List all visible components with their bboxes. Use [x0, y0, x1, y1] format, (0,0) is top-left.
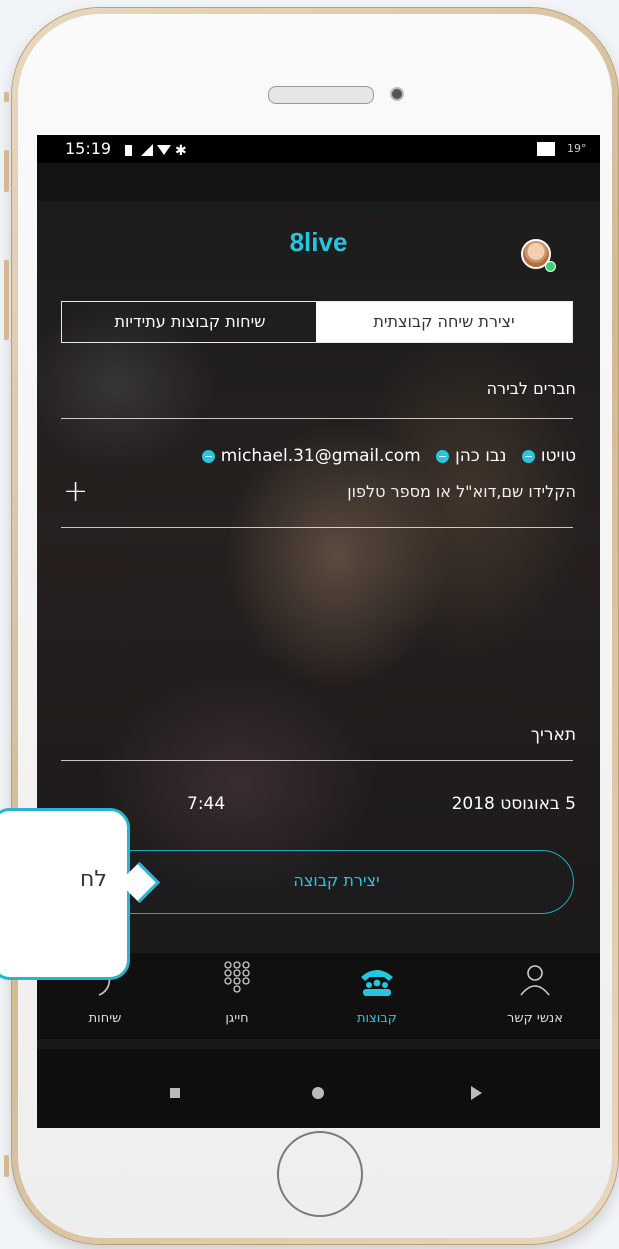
- nav-groups[interactable]: קבוצות: [337, 953, 417, 1039]
- participant-chip[interactable]: michael.31@gmail.com: [201, 446, 421, 466]
- home-button[interactable]: [277, 1131, 363, 1217]
- divider: [61, 760, 573, 761]
- participant-chip[interactable]: נבו כהן: [436, 446, 506, 466]
- dialpad-icon: [224, 961, 250, 993]
- remove-icon[interactable]: [201, 449, 215, 463]
- participant-input[interactable]: הקלידו שם,דוא"ל או מספר טלפון: [347, 482, 576, 501]
- status-time: 15:19: [65, 139, 112, 158]
- phone-screen: 15:19 ✱ 19° 8live יצירת שיחה קבוצתית שיח…: [37, 135, 600, 1128]
- svg-text:✱: ✱: [175, 143, 189, 157]
- divider: [61, 418, 573, 419]
- app-logo: 8live: [289, 227, 348, 257]
- tab-future-group-calls[interactable]: שיחות קבוצות עתידיות: [62, 302, 318, 342]
- android-nav-bar: [37, 1049, 600, 1128]
- group-call-icon: [361, 970, 393, 996]
- phone-lower-button: [4, 1155, 9, 1177]
- nav-dialer[interactable]: חייגן: [197, 953, 277, 1039]
- add-participant-icon[interactable]: +: [63, 476, 88, 508]
- tab-bar: יצירת שיחה קבוצתית שיחות קבוצות עתידיות: [61, 301, 573, 343]
- status-bar: 15:19 ✱ 19°: [37, 135, 600, 163]
- back-icon[interactable]: [471, 1086, 482, 1100]
- online-status-dot: [545, 261, 556, 272]
- title-bar: [37, 163, 600, 201]
- status-temp: 19°: [567, 142, 587, 155]
- home-icon[interactable]: [312, 1087, 324, 1099]
- remove-icon[interactable]: [436, 449, 450, 463]
- phone-camera: [390, 87, 404, 101]
- phone-speaker: [268, 86, 374, 104]
- tab-create-group-call[interactable]: יצירת שיחה קבוצתית: [316, 302, 572, 342]
- person-icon: [520, 965, 550, 996]
- battery-icon: [537, 142, 555, 156]
- chip-label: נבו כהן: [455, 446, 507, 466]
- remove-icon[interactable]: [521, 449, 535, 463]
- time-picker[interactable]: 7:44: [187, 794, 225, 814]
- nav-label: אנשי קשר: [507, 1011, 563, 1026]
- create-group-button[interactable]: יצירת קבוצה: [99, 850, 574, 914]
- tooltip-callout: [0, 808, 130, 980]
- phone-side-button: [4, 92, 9, 102]
- nav-contacts[interactable]: אנשי קשר: [495, 953, 575, 1039]
- date-label: תאריך: [530, 725, 576, 745]
- recent-apps-icon[interactable]: [170, 1088, 180, 1098]
- phone-volume-up: [4, 150, 9, 192]
- chip-label: טויטו: [540, 446, 576, 466]
- participant-chips: טויטו נבו כהן michael.31@gmail.com: [192, 446, 576, 466]
- chip-label: michael.31@gmail.com: [220, 446, 421, 466]
- status-icons: ✱: [123, 135, 193, 163]
- group-name-label[interactable]: חברים לבירה: [487, 379, 576, 398]
- tooltip-text: לח: [80, 867, 107, 892]
- nav-label: חייגן: [225, 1011, 249, 1026]
- nav-label: קבוצות: [356, 1011, 398, 1026]
- divider: [61, 527, 573, 528]
- nav-label: שיחות: [88, 1011, 122, 1026]
- date-picker[interactable]: 5 באוגוסט 2018: [452, 794, 576, 814]
- phone-volume-down: [4, 260, 9, 340]
- participant-chip[interactable]: טויטו: [521, 446, 576, 466]
